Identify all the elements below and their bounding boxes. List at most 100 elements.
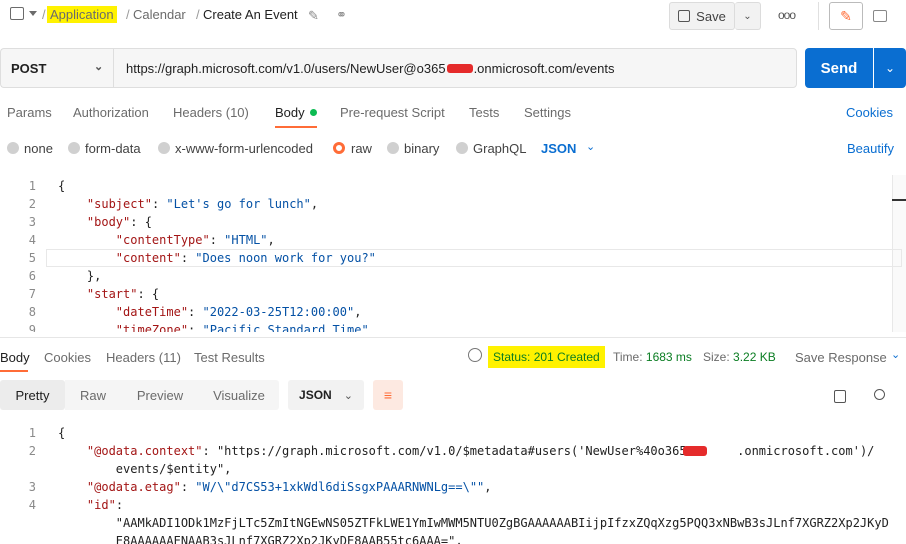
breadcrumb-separator: / [42,7,46,22]
breadcrumb-calendar[interactable]: Calendar [133,7,186,22]
code-line: "id": [86,498,124,512]
code-line: "contentType": "HTML", [115,233,275,247]
radio-urlencoded-label: x-www-form-urlencoded [175,141,313,156]
radio-graphql[interactable] [456,142,468,154]
size-label: Size: [703,350,730,364]
radio-form-data[interactable] [68,142,80,154]
radio-binary[interactable] [387,142,399,154]
tab-pre-request-script[interactable]: Pre-request Script [340,105,445,120]
code-line: "@odata.context": "https://graph.microso… [86,444,875,458]
response-tab-test-results[interactable]: Test Results [194,350,265,365]
tab-headers[interactable]: Headers (10) [173,105,249,120]
line-number: 1 [28,426,36,440]
code-line: "AAMkADI1ODk1MzFjLTc5ZmItNGEwNS05ZTFkLWE… [58,516,889,530]
chevron-down-icon: ⌄ [343,389,353,402]
more-actions-button[interactable]: ooo [778,8,796,22]
radio-graphql-label: GraphQL [473,141,527,156]
response-format-select[interactable]: JSON ⌄ [288,380,364,410]
active-tab-indicator [275,126,317,128]
tab-params[interactable]: Params [7,105,52,120]
copy-icon[interactable] [834,390,846,403]
tab-settings[interactable]: Settings [524,105,571,120]
radio-none-label: none [24,141,53,156]
status-text: Status: 201 Created [493,350,600,364]
line-number: 5 [28,251,36,265]
collection-icon[interactable] [10,7,24,20]
url-prefix: https://graph.microsoft.com/v1.0/users/N… [126,60,446,76]
collection-dropdown-icon[interactable] [29,11,37,16]
code-line: "subject": "Let's go for lunch", [86,197,319,211]
method-select[interactable]: POST ⌄ [0,48,113,88]
chevron-down-icon: ⌄ [891,349,901,361]
view-raw[interactable]: Raw [65,380,121,410]
save-dropdown-button[interactable]: ⌄ [735,2,761,30]
wrap-lines-button[interactable]: ≡ [373,380,403,410]
send-label: Send [820,59,858,77]
line-number: 4 [28,498,36,512]
tab-body[interactable]: Body [275,105,305,120]
url-input[interactable]: https://graph.microsoft.com/v1.0/users/N… [113,48,797,88]
url-bar: POST ⌄ https://graph.microsoft.com/v1.0/… [0,48,906,88]
send-button[interactable]: Send [805,48,873,88]
size-value: 3.22 KB [733,350,776,364]
edit-mode-button[interactable]: ✎ [829,2,863,30]
line-number: 3 [28,215,36,229]
editor-scroll-thumb[interactable] [892,199,906,201]
redaction-mark [683,446,707,456]
url-suffix: .onmicrosoft.com/events [473,60,615,76]
radio-urlencoded[interactable] [158,142,170,154]
response-time: Time: 1683 ms [613,350,692,364]
line-number: 6 [28,269,36,283]
edit-name-icon[interactable]: ✎ [308,8,319,24]
response-body-viewer[interactable]: 1 {2 "@odata.context": "https://graph.mic… [0,424,906,544]
code-line: "content": "Does noon work for you?" [115,251,376,265]
response-active-indicator [0,370,28,372]
save-label: Save [696,8,726,24]
code-line: }, [58,269,102,283]
radio-none[interactable] [7,142,19,154]
breadcrumb-separator: / [126,7,130,22]
radio-raw[interactable] [333,142,345,154]
chevron-down-icon: ⌄ [743,10,752,22]
request-body-editor[interactable]: 1 {2 "subject": "Let's go for lunch", 3 "b… [0,175,906,332]
view-pretty[interactable]: Pretty [0,380,65,410]
view-visualize-label: Visualize [213,387,265,403]
response-tab-headers[interactable]: Headers (11) [106,350,181,365]
line-number: 2 [28,197,36,211]
response-tab-body[interactable]: Body [0,350,30,365]
documentation-button[interactable] [864,2,896,30]
format-select[interactable]: JSON [541,141,576,156]
save-button[interactable]: Save [669,2,735,30]
beautify-link[interactable]: Beautify [847,141,894,156]
tab-authorization[interactable]: Authorization [73,105,149,120]
view-preview[interactable]: Preview [121,380,199,410]
code-line: "@odata.etag": "W/\"d7CS53+1xkWdl6diSsgx… [86,480,492,494]
save-response-button[interactable]: Save Response [795,350,887,365]
globe-icon[interactable] [468,348,482,362]
code-line: events/$entity", [58,462,232,476]
link-icon[interactable]: ⚭ [336,7,347,23]
request-name[interactable]: Create An Event [203,7,298,22]
code-line: { [58,426,66,440]
code-line: E8AAAAAAENAAB3sJLnf7XGRZ2Xp2JKyDE8AAB55t… [58,534,463,544]
view-pretty-label: Pretty [15,387,50,403]
view-divider [818,2,819,30]
pane-divider[interactable] [0,337,906,338]
body-active-dot [310,109,317,116]
line-number: 1 [28,179,36,193]
response-status: Status: 201 Created [488,346,605,368]
tab-tests[interactable]: Tests [469,105,499,120]
response-tab-cookies[interactable]: Cookies [44,350,91,365]
search-icon[interactable] [874,389,885,400]
breadcrumb-application[interactable]: Application [47,6,117,23]
code-line: "timeZone": "Pacific Standard Time" [115,323,369,332]
cookies-link[interactable]: Cookies [846,105,893,120]
redaction-mark [446,63,473,73]
code-line: "body": { [86,215,152,229]
time-label: Time: [613,350,643,364]
radio-raw-label: raw [351,141,372,156]
chevron-down-icon: ⌄ [884,61,896,75]
view-visualize[interactable]: Visualize [199,380,279,410]
send-dropdown-button[interactable]: ⌄ [874,48,906,88]
code-line: "start": { [86,287,160,301]
